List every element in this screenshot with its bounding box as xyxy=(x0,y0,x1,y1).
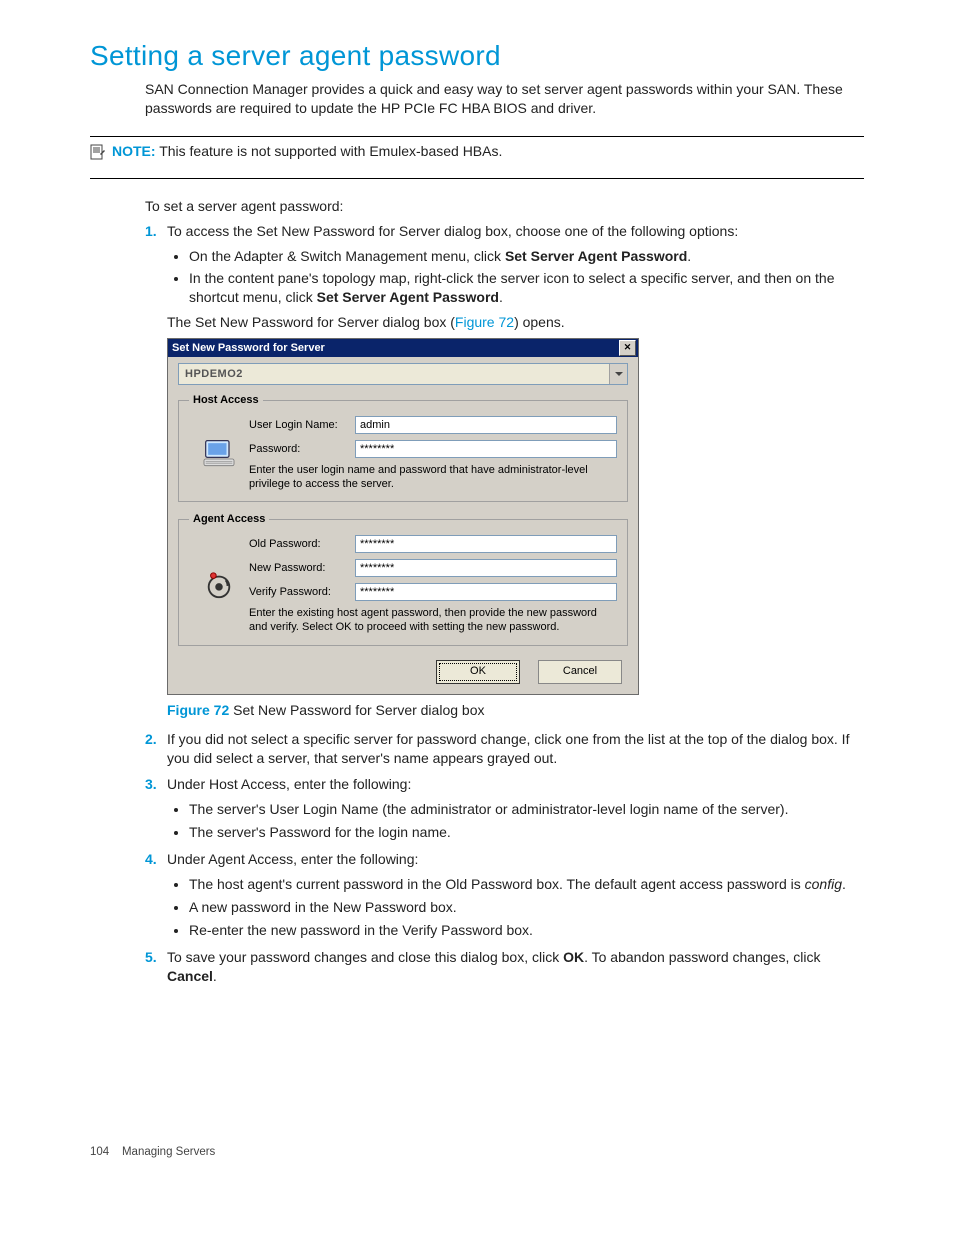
new-password-label: New Password: xyxy=(249,561,355,576)
host-access-legend: Host Access xyxy=(189,393,263,408)
host-helper-text: Enter the user login name and password t… xyxy=(249,464,617,492)
step4-bullet3: Re-enter the new password in the Verify … xyxy=(189,921,864,940)
verify-password-input[interactable]: ******** xyxy=(355,583,617,601)
step-number: 2. xyxy=(145,730,157,749)
chevron-down-icon[interactable] xyxy=(609,364,627,384)
step-1: 1. To access the Set New Password for Se… xyxy=(145,222,864,720)
step1-bullet2: In the content pane's topology map, righ… xyxy=(189,269,864,307)
steps-list: 1. To access the Set New Password for Se… xyxy=(145,222,864,986)
divider-top xyxy=(90,136,864,137)
password-label: Password: xyxy=(249,442,355,457)
step-3: 3. Under Host Access, enter the followin… xyxy=(145,775,864,842)
user-login-label: User Login Name: xyxy=(249,418,355,433)
note-icon xyxy=(90,144,106,160)
step1-after: The Set New Password for Server dialog b… xyxy=(167,313,864,332)
divider-bottom xyxy=(90,178,864,179)
figure-link[interactable]: Figure 72 xyxy=(455,314,514,330)
ok-button[interactable]: OK xyxy=(436,660,520,684)
section-name: Managing Servers xyxy=(122,1146,215,1158)
host-access-group: Host Access xyxy=(178,393,628,502)
verify-password-label: Verify Password: xyxy=(249,585,355,600)
step-5: 5. To save your password changes and clo… xyxy=(145,948,864,986)
agent-access-legend: Agent Access xyxy=(189,512,269,527)
figure-label: Figure 72 xyxy=(167,702,229,718)
note-label: NOTE: xyxy=(112,143,156,159)
step-number: 1. xyxy=(145,222,157,241)
page-title: Setting a server agent password xyxy=(90,40,864,72)
step3-bullet1: The server's User Login Name (the admini… xyxy=(189,800,864,819)
step4-bullet1: The host agent's current password in the… xyxy=(189,875,864,894)
agent-icon xyxy=(204,570,234,600)
page: Setting a server agent password SAN Conn… xyxy=(0,0,954,1188)
user-login-input[interactable]: admin xyxy=(355,416,617,434)
step-number: 4. xyxy=(145,850,157,869)
page-footer: 104 Managing Servers xyxy=(90,1146,864,1158)
note-block: NOTE: This feature is not supported with… xyxy=(90,143,864,160)
step-number: 3. xyxy=(145,775,157,794)
old-password-label: Old Password: xyxy=(249,537,355,552)
step-2: 2. If you did not select a specific serv… xyxy=(145,730,864,768)
computer-icon xyxy=(202,439,236,469)
intro-paragraph: SAN Connection Manager provides a quick … xyxy=(145,80,864,118)
cancel-button[interactable]: Cancel xyxy=(538,660,622,684)
password-input[interactable]: ******** xyxy=(355,440,617,458)
set-password-dialog: Set New Password for Server ✕ HPDEMO2 Ho… xyxy=(167,338,639,695)
new-password-input[interactable]: ******** xyxy=(355,559,617,577)
agent-helper-text: Enter the existing host agent password, … xyxy=(249,607,617,635)
step-number: 5. xyxy=(145,948,157,967)
dialog-title: Set New Password for Server xyxy=(172,341,325,356)
step1-intro: To access the Set New Password for Serve… xyxy=(167,223,738,239)
figure-caption: Set New Password for Server dialog box xyxy=(233,702,484,718)
note-text: This feature is not supported with Emule… xyxy=(159,143,502,159)
step4-bullet2: A new password in the New Password box. xyxy=(189,898,864,917)
agent-access-group: Agent Access xyxy=(178,512,628,645)
page-number: 104 xyxy=(90,1146,109,1158)
step1-bullet1: On the Adapter & Switch Management menu,… xyxy=(189,247,864,266)
step-4: 4. Under Agent Access, enter the followi… xyxy=(145,850,864,940)
dialog-titlebar: Set New Password for Server ✕ xyxy=(168,339,638,357)
old-password-input[interactable]: ******** xyxy=(355,535,617,553)
close-icon[interactable]: ✕ xyxy=(619,340,636,356)
lead-in: To set a server agent password: xyxy=(145,197,864,216)
step3-bullet2: The server's Password for the login name… xyxy=(189,823,864,842)
server-select-value: HPDEMO2 xyxy=(179,367,609,382)
server-select[interactable]: HPDEMO2 xyxy=(178,363,628,385)
